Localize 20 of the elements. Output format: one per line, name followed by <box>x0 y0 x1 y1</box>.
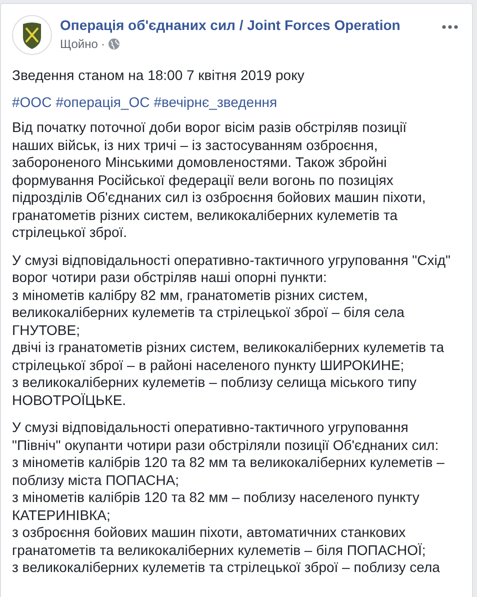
post-text-line: з озброєння бойових машин піхоти, автоматичних станкових гранатометів та великокаліберних кулеметів – біля ПОПАСНОЇ; <box>12 524 427 559</box>
post-text-line: з великокаліберних кулеметів – поблизу селища міського типу НОВОТРОЇЦЬКЕ. <box>12 374 418 409</box>
hashtag-link[interactable]: #ООС <box>12 94 52 111</box>
globe-icon <box>108 38 120 50</box>
hashtag-link[interactable]: #операція_ОС <box>56 94 150 111</box>
author-name[interactable]: Операція об'єднаних сил / Joint Forces Operation <box>60 16 442 34</box>
post-text-line: з мінометів калібрів 120 та 82 мм та великокаліберних кулеметів – поблизу міста ПОПАСНА; <box>12 454 446 489</box>
hashtag-link[interactable]: #вечірнє_зведення <box>154 94 278 111</box>
post-time[interactable]: Щойно <box>60 36 98 52</box>
post-text-line: з великокаліберних кулеметів та стрілецької зброї – поблизу села <box>12 559 441 576</box>
post-text-line: з мінометів калібрів 120 та 82 мм – поблизу населеного пункту КАТЕРИНІВКА; <box>12 489 420 524</box>
more-options-icon[interactable] <box>442 25 458 29</box>
post-text-line: двічі із гранатометів різних систем, великокаліберних кулеметів та стрілецької зброї – в районі населеного пункту ШИРОКИНЕ; <box>12 339 445 374</box>
post-text-line: У смузі відповідальності оперативно-тактичного угруповання "Північ" окупанти чотири рази обстріляли позиції Об'єднаних сил: <box>12 419 440 454</box>
post-text-line: У смузі відповідальності оперативно-тактичного угруповання "Схід" ворог чотири рази обстріляв наші опорні пункти: <box>12 252 452 286</box>
post-text-line: з мінометів калібру 82 мм, гранатометів різних систем, великокаліберних кулеметів та стрілецької зброї – біля села ГНУТОВЕ; <box>12 286 406 339</box>
post-summary: Зведення станом на 18:00 7 квітня 2019 року <box>12 67 306 84</box>
post-text-line: Від початку поточної доби ворог вісім разів обстріляв позиції наших військ, із них тричі – із застосуванням озброєння, забороненого Мінськими домовленостями. Також збройні формування Російської федерації вели вогонь по позиціях підрозділів Об'єднаних сил із озброєння бойових машин піхоти, гранатометів різних систем, великокаліберних кулеметів та стрілецької зброї. <box>12 119 427 242</box>
separator-dot: · <box>100 36 105 52</box>
shield-emblem-icon <box>12 15 52 55</box>
